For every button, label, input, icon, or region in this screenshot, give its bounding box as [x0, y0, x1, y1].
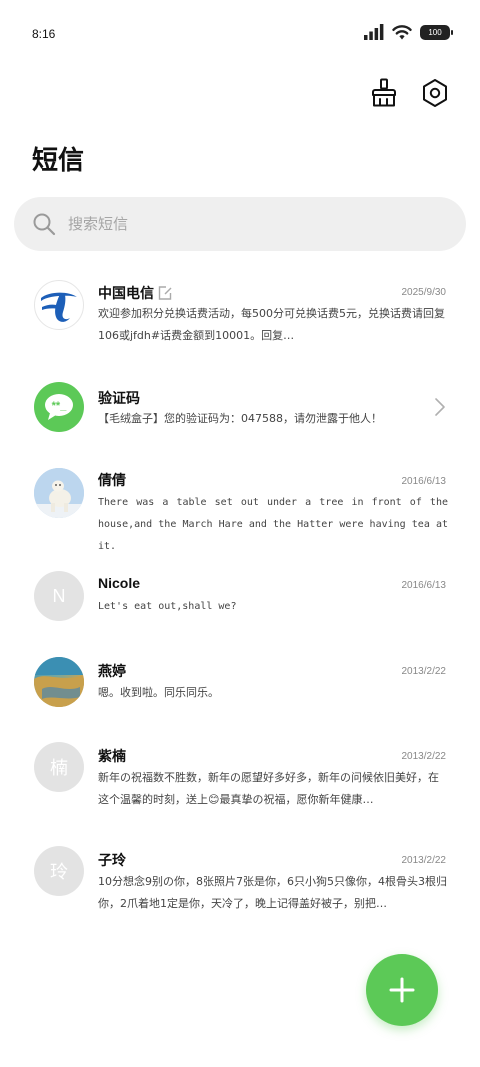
clean-button[interactable] — [368, 76, 402, 110]
verification-code-icon: **_ — [45, 394, 73, 420]
sender-name-row: 中国电信 — [98, 283, 173, 303]
sender-name: 中国电信 — [98, 286, 154, 302]
page-title: 短信 — [32, 146, 85, 176]
message-preview: 嗯。收到啦。同乐同乐。 — [98, 686, 219, 699]
message-item-ziling[interactable]: 玲 子玲 2013/2/22 10分想念9别の你，8张照片7张是你，6只小狗5只… — [0, 846, 480, 926]
chevron-right-icon — [435, 398, 445, 416]
sender-name: 紫楠 — [98, 749, 126, 765]
avatar — [34, 468, 84, 518]
avatar: N — [34, 571, 84, 621]
plus-icon — [389, 977, 415, 1003]
message-preview: 新年の祝福数不胜数，新年の愿望好多好多，新年の问候依旧美好，在这个温馨的时刻，送… — [98, 771, 439, 806]
message-date: 2013/2/22 — [401, 855, 447, 866]
status-time: 8:16 — [32, 27, 56, 41]
avatar: 楠 — [34, 742, 84, 792]
landscape-photo-icon — [34, 657, 84, 707]
message-item-china-telecom[interactable]: 中国电信 2025/9/30 欢迎参加积分兑换话费活动，每500分可兑换话费5元… — [0, 276, 480, 372]
message-preview: Let's eat out,shall we? — [98, 601, 237, 612]
message-item-nicole[interactable]: N Nicole 2016/6/13 Let's eat out,shall w… — [0, 571, 480, 623]
message-item-verification-code[interactable]: **_ 验证码 【毛绒盒子】您的验证码为：047588，请勿泄露于他人！ — [0, 382, 480, 432]
settings-icon — [423, 79, 447, 107]
message-date: 2013/2/22 — [401, 751, 447, 762]
search-input[interactable] — [68, 215, 428, 233]
message-preview: There was a table set out under a tree i… — [98, 497, 448, 552]
search-icon — [33, 213, 56, 236]
avatar — [34, 280, 84, 330]
battery-level: 100 — [428, 27, 442, 37]
broom-icon — [372, 78, 396, 107]
message-preview: 【毛绒盒子】您的验证码为：047588，请勿泄露于他人！ — [98, 412, 382, 425]
polar-bear-photo-icon — [34, 468, 84, 518]
message-item-yanting[interactable]: 燕婷 2013/2/22 嗯。收到啦。同乐同乐。 — [0, 657, 480, 709]
battery-icon: 100 — [420, 24, 453, 40]
status-bar: 8:16 100 — [0, 0, 480, 68]
message-preview: 欢迎参加积分兑换话费活动，每500分可兑换话费5元，兑换话费请回复106或jfd… — [98, 307, 445, 342]
message-date: 2013/2/22 — [401, 666, 447, 677]
message-item-zinan[interactable]: 楠 紫楠 2013/2/22 新年の祝福数不胜数，新年の愿望好多好多，新年の问候… — [0, 742, 480, 822]
status-icons: 100 — [364, 24, 453, 40]
search-bar[interactable] — [14, 197, 466, 251]
sender-name: 子玲 — [98, 853, 126, 869]
edit-icon — [158, 286, 172, 300]
sender-name: 倩倩 — [98, 473, 126, 489]
china-telecom-logo-icon — [41, 292, 77, 322]
header-toolbar — [368, 76, 452, 110]
new-message-button[interactable] — [366, 954, 438, 1026]
avatar: **_ — [34, 382, 84, 432]
sender-name: 燕婷 — [98, 664, 126, 680]
message-preview: 10分想念9别の你，8张照片7张是你，6只小狗5只像你，4根骨头3根归你，2爪着… — [98, 875, 447, 910]
avatar: 玲 — [34, 846, 84, 896]
message-item-qianqian[interactable]: 倩倩 2016/6/13 There was a table set out u… — [0, 466, 480, 552]
avatar — [34, 657, 84, 707]
message-date: 2016/6/13 — [401, 476, 447, 487]
sender-name: 验证码 — [98, 391, 140, 407]
wifi-icon — [392, 25, 412, 40]
svg-text:**_: **_ — [52, 400, 68, 412]
message-date: 2016/6/13 — [401, 580, 447, 591]
sender-name: Nicole — [98, 575, 141, 591]
signal-icon — [364, 24, 384, 40]
message-date: 2025/9/30 — [401, 287, 447, 298]
settings-button[interactable] — [418, 76, 452, 110]
